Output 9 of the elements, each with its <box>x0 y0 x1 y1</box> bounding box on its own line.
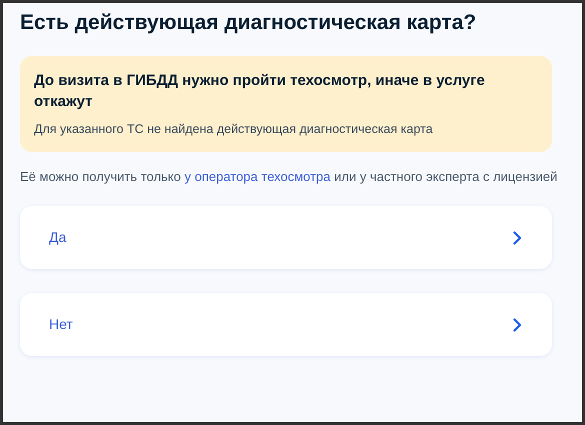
chevron-right-icon <box>513 318 522 332</box>
operator-link[interactable]: у оператора техосмотра <box>184 169 331 184</box>
chevron-right-icon <box>513 230 522 244</box>
answer-option[interactable]: Нет <box>20 293 552 356</box>
info-text: Её можно получить только у оператора техосмотра или у частного эксперта с лицензией <box>20 168 558 186</box>
answer-option[interactable]: Да <box>20 206 552 269</box>
warning-text: Для указанного ТС не найдена действующая диагностическая карта <box>34 121 434 138</box>
warning-title: До визита в ГИБДД нужно пройти техосмотр, иначе в услуге откажут <box>34 71 486 112</box>
page-title: Есть действующая диагностическая карта? <box>20 10 478 36</box>
